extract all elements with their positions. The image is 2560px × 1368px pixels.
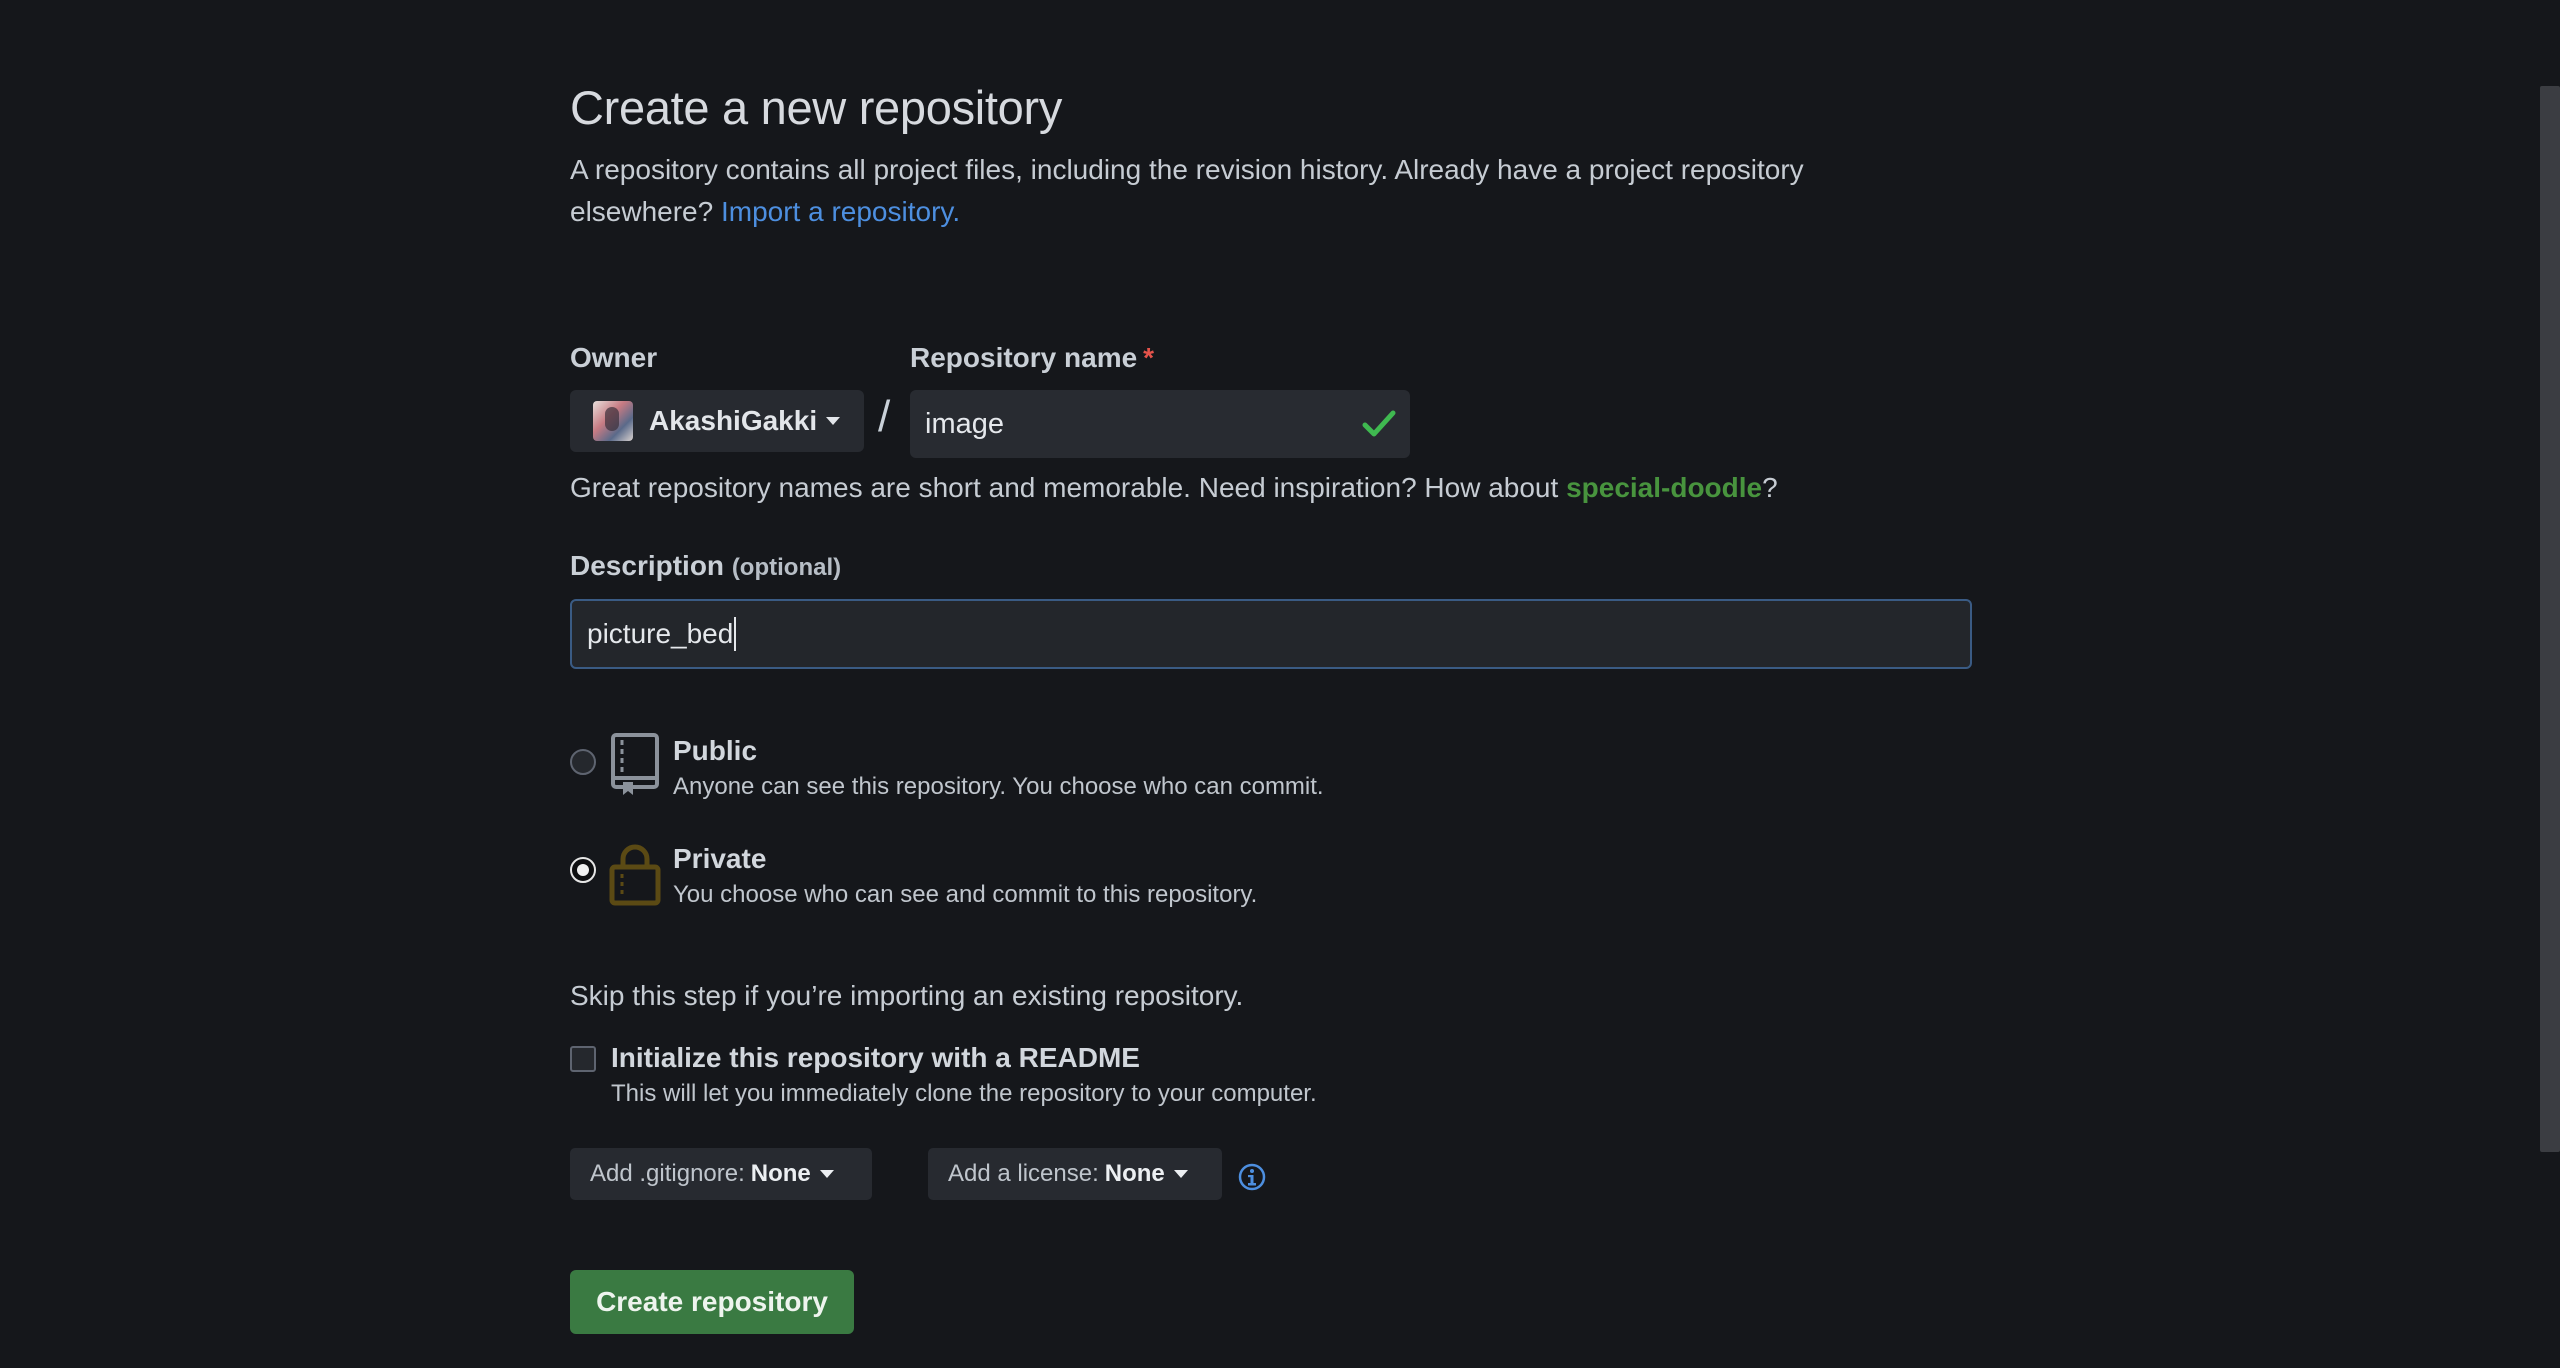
skip-step-text: Skip this step if you’re importing an ex… xyxy=(570,980,1244,1011)
private-text: Private You choose who can see and commi… xyxy=(673,840,1257,912)
name-suggestion-link[interactable]: special-doodle xyxy=(1566,472,1762,503)
lock-icon xyxy=(609,844,661,906)
import-repository-link[interactable]: Import a repository. xyxy=(721,196,960,227)
description-label: Description (optional) xyxy=(570,550,841,582)
repo-icon xyxy=(611,733,659,795)
readme-checkbox[interactable] xyxy=(570,1046,596,1072)
license-value: None xyxy=(1104,1160,1165,1187)
readme-title: Initialize this repository with a README xyxy=(611,1042,1140,1073)
repository-name-input[interactable]: image xyxy=(910,390,1410,458)
intro-text: A repository contains all project files,… xyxy=(570,149,1910,233)
license-label: Add a license: xyxy=(948,1160,1099,1187)
visibility-option-public[interactable]: Public Anyone can see this repository. Y… xyxy=(570,732,1324,804)
description-input[interactable]: picture_bed xyxy=(570,599,1972,669)
create-repository-button[interactable]: Create repository xyxy=(570,1270,854,1334)
page-title: Create a new repository xyxy=(570,81,1063,134)
chevron-down-icon xyxy=(826,417,841,425)
public-text: Public Anyone can see this repository. Y… xyxy=(673,732,1324,804)
repository-name-label-text: Repository name xyxy=(910,342,1138,373)
public-radio[interactable] xyxy=(570,749,596,775)
gitignore-value: None xyxy=(750,1160,811,1187)
page: Create a new repository A repository con… xyxy=(0,0,2560,1368)
scrollbar-thumb[interactable] xyxy=(2540,86,2560,1152)
description-label-text: Description xyxy=(570,550,725,581)
owner-label: Owner xyxy=(570,342,658,373)
repository-name-label: Repository name * xyxy=(910,340,1410,376)
readme-text: Initialize this repository with a README… xyxy=(611,1039,1317,1111)
description-value: picture_bed xyxy=(587,618,734,649)
hint-text: Great repository names are short and mem… xyxy=(570,472,1559,503)
license-dropdown-button[interactable]: Add a license: None xyxy=(928,1148,1222,1200)
repository-name-hint: Great repository names are short and mem… xyxy=(570,472,1778,504)
repository-name-field: Repository name * image xyxy=(910,340,1410,458)
new-repo-form: Create a new repository A repository con… xyxy=(570,80,1972,1334)
public-title: Public xyxy=(673,735,758,766)
owner-name: AkashiGakki xyxy=(649,405,818,436)
visibility-option-private[interactable]: Private You choose who can see and commi… xyxy=(570,840,1257,912)
readme-description: This will let you immediately clone the … xyxy=(611,1080,1317,1107)
owner-repo-separator: / xyxy=(878,392,891,441)
gitignore-label: Add .gitignore: xyxy=(590,1160,745,1187)
owner-dropdown-button[interactable]: AkashiGakki xyxy=(570,390,864,452)
readme-option[interactable]: Initialize this repository with a README… xyxy=(570,1039,1317,1111)
info-icon[interactable] xyxy=(1237,1162,1267,1192)
check-icon xyxy=(1362,410,1396,437)
private-title: Private xyxy=(673,843,767,874)
gitignore-dropdown-button[interactable]: Add .gitignore: None xyxy=(570,1148,872,1200)
required-mark: * xyxy=(1143,342,1155,373)
chevron-down-icon xyxy=(1173,1170,1188,1178)
public-description: Anyone can see this repository. You choo… xyxy=(673,773,1324,800)
hint-suffix: ? xyxy=(1762,472,1778,503)
private-description: You choose who can see and commit to thi… xyxy=(673,881,1258,908)
chevron-down-icon xyxy=(819,1170,834,1178)
description-optional-text: (optional) xyxy=(731,554,842,581)
avatar xyxy=(593,401,633,441)
text-cursor xyxy=(734,617,737,651)
owner-field: Owner AkashiGakki xyxy=(570,340,864,452)
private-radio[interactable] xyxy=(570,857,596,883)
repository-name-value: image xyxy=(925,407,1004,440)
